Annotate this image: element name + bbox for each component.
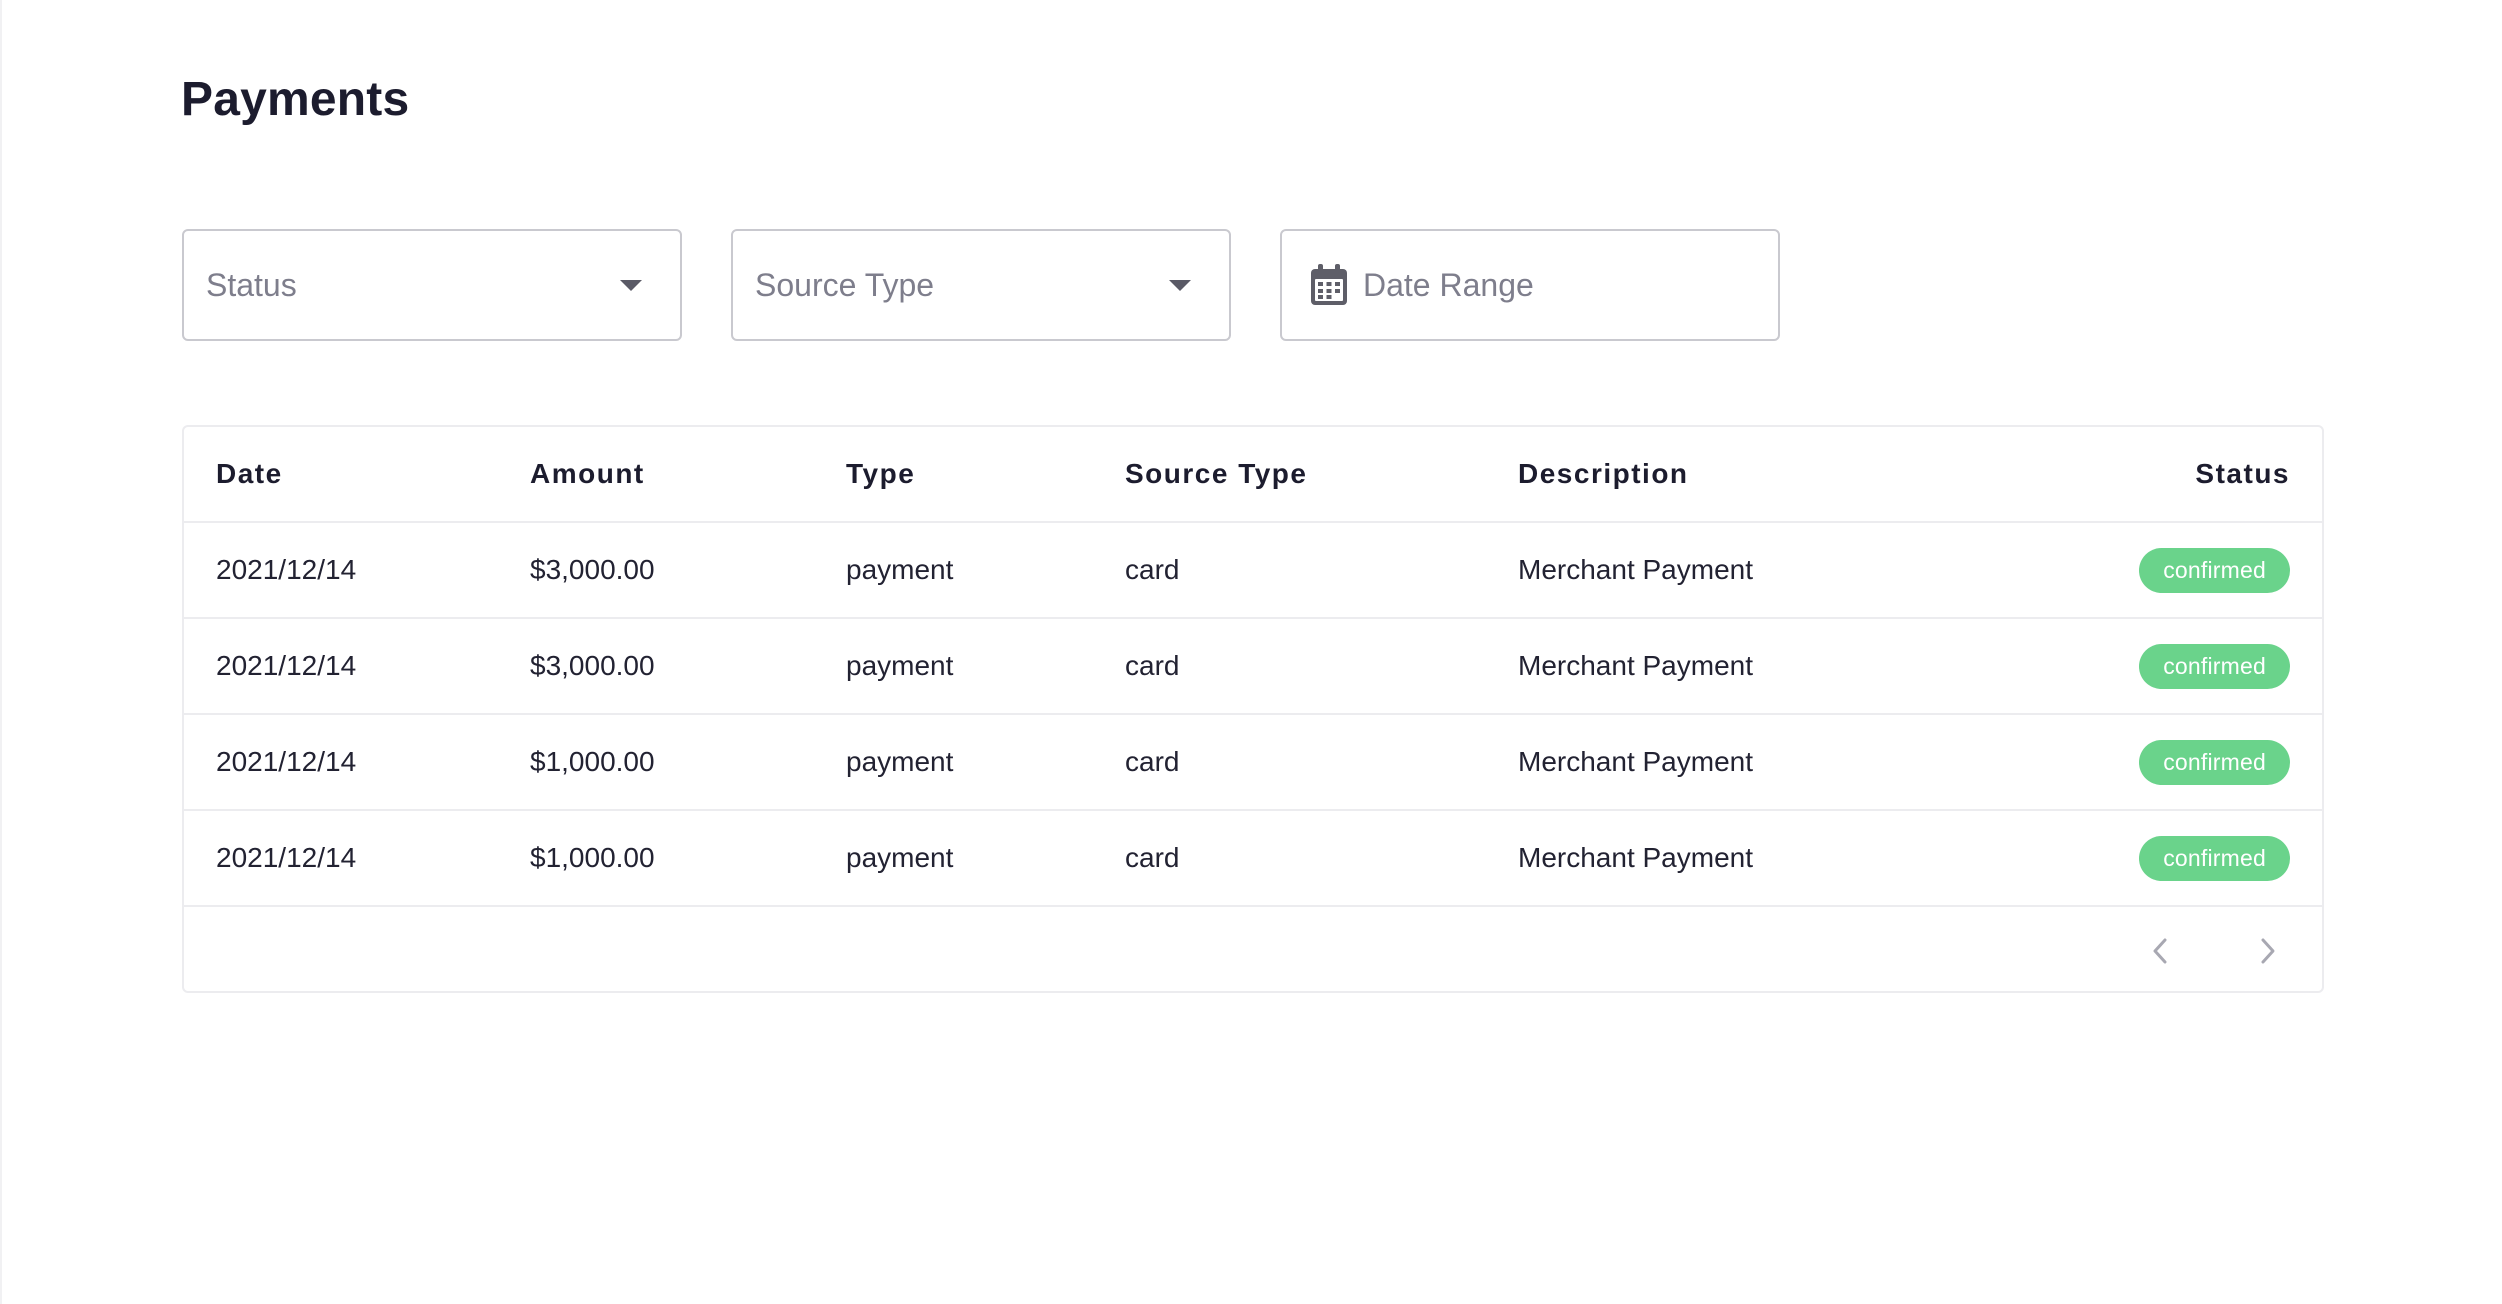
page-title: Payments	[181, 73, 410, 126]
status-badge: confirmed	[2139, 739, 2290, 785]
cell-source-type: card	[1125, 650, 1180, 681]
chevron-down-icon	[620, 279, 642, 291]
status-badge: confirmed	[2139, 643, 2290, 689]
column-header-amount[interactable]: Amount	[530, 427, 645, 521]
cell-amount: $3,000.00	[530, 554, 655, 585]
cell-status: confirmed	[2139, 523, 2290, 617]
cell-source-type: card	[1125, 554, 1180, 585]
column-header-type[interactable]: Type	[846, 427, 915, 521]
status-badge: confirmed	[2139, 835, 2290, 881]
cell-source-type: card	[1125, 842, 1180, 873]
cell-type: payment	[846, 746, 954, 777]
cell-status: confirmed	[2139, 715, 2290, 809]
status-filter-select[interactable]: Status	[182, 229, 682, 341]
table-row[interactable]: 2021/12/14 $3,000.00 payment card Mercha…	[184, 523, 2322, 619]
cell-type: payment	[846, 650, 954, 681]
column-header-date[interactable]: Date	[216, 427, 283, 521]
cell-amount: $1,000.00	[530, 746, 655, 777]
cell-source-type: card	[1125, 746, 1180, 777]
cell-description: Merchant Payment	[1518, 842, 1753, 873]
cell-status: confirmed	[2139, 811, 2290, 905]
cell-date: 2021/12/14	[216, 842, 357, 873]
column-header-source-type[interactable]: Source Type	[1125, 427, 1307, 521]
chevron-right-icon	[2261, 938, 2275, 964]
table-row[interactable]: 2021/12/14 $1,000.00 payment card Mercha…	[184, 811, 2322, 907]
cell-amount: $1,000.00	[530, 842, 655, 873]
cell-date: 2021/12/14	[216, 746, 357, 777]
filter-bar: Status Source Type Date Range	[182, 229, 1780, 341]
date-range-picker[interactable]: Date Range	[1280, 229, 1780, 341]
payments-table: Date Amount Type Source Type Description…	[182, 425, 2324, 993]
table-header-row: Date Amount Type Source Type Description…	[184, 427, 2322, 523]
source-type-filter-select[interactable]: Source Type	[731, 229, 1231, 341]
cell-date: 2021/12/14	[216, 554, 357, 585]
cell-date: 2021/12/14	[216, 650, 357, 681]
cell-description: Merchant Payment	[1518, 650, 1753, 681]
chevron-left-icon	[2153, 938, 2167, 964]
previous-page-button[interactable]	[2142, 933, 2178, 969]
cell-type: payment	[846, 842, 954, 873]
column-header-description[interactable]: Description	[1518, 427, 1689, 521]
chevron-down-icon	[1169, 279, 1191, 291]
calendar-icon	[1311, 264, 1347, 305]
next-page-button[interactable]	[2250, 933, 2286, 969]
cell-status: confirmed	[2139, 619, 2290, 713]
cell-description: Merchant Payment	[1518, 554, 1753, 585]
table-row[interactable]: 2021/12/14 $1,000.00 payment card Mercha…	[184, 715, 2322, 811]
column-header-status[interactable]: Status	[2195, 427, 2290, 521]
source-type-filter-placeholder: Source Type	[755, 266, 935, 303]
status-badge: confirmed	[2139, 547, 2290, 593]
date-range-placeholder: Date Range	[1363, 266, 1534, 303]
status-filter-placeholder: Status	[206, 266, 297, 303]
cell-description: Merchant Payment	[1518, 746, 1753, 777]
payments-page: Payments Status Source Type Date Range D…	[0, 0, 2502, 1304]
cell-type: payment	[846, 554, 954, 585]
cell-amount: $3,000.00	[530, 650, 655, 681]
table-row[interactable]: 2021/12/14 $3,000.00 payment card Mercha…	[184, 619, 2322, 715]
pagination	[184, 911, 2322, 991]
